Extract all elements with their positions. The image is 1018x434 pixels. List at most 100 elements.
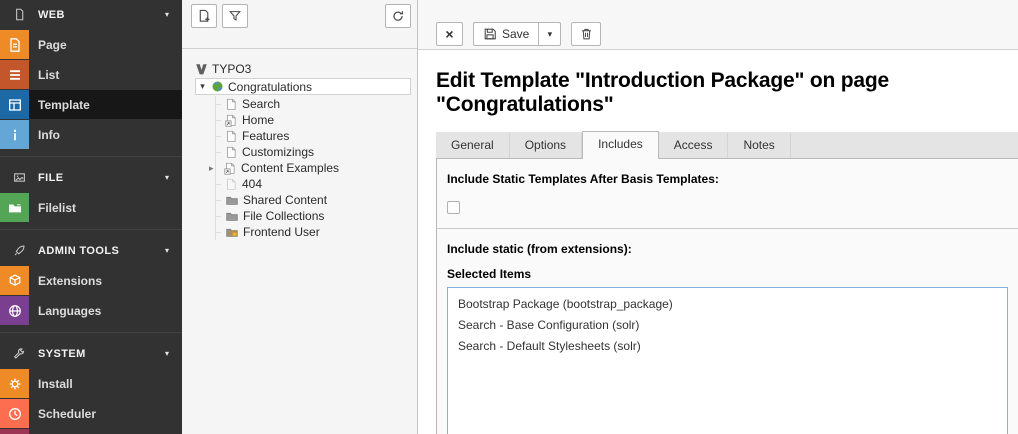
sidebar-item-page[interactable]: Page xyxy=(0,30,182,59)
sidebar-item-label: Scheduler xyxy=(38,407,96,421)
tree-line xyxy=(216,200,221,201)
tree-node-label: Features xyxy=(242,129,289,143)
tree-line xyxy=(216,216,221,217)
sidebar-item-extensions[interactable]: Extensions xyxy=(0,266,182,295)
tab-content-panel: Include Static Templates After Basis Tem… xyxy=(436,158,1018,434)
tree-node-search[interactable]: Search xyxy=(216,96,413,112)
sidebar-header-web[interactable]: WEB ▾ xyxy=(0,0,182,29)
page-title: Edit Template "Introduction Package" on … xyxy=(436,69,1000,117)
folder-lock-icon xyxy=(225,226,239,239)
save-button[interactable]: Save xyxy=(473,22,539,46)
web-document-icon xyxy=(0,8,38,21)
list-icon xyxy=(0,60,29,89)
tree-node-file-collections[interactable]: File Collections xyxy=(216,208,413,224)
tree-node-label: 404 xyxy=(242,177,262,191)
tree-root-typo3[interactable]: TYPO3 xyxy=(195,61,413,77)
globe-icon xyxy=(0,296,29,325)
sidebar-item-languages[interactable]: Languages xyxy=(0,296,182,325)
save-floppy-icon xyxy=(483,27,497,41)
tree-node-frontend-user[interactable]: Frontend User xyxy=(216,224,413,240)
selected-items-listbox[interactable]: Bootstrap Package (bootstrap_package) Se… xyxy=(447,287,1008,434)
content-area: × Save ▾ Edit Template "Introduction Pac… xyxy=(418,0,1018,434)
chevron-down-icon: ▾ xyxy=(165,349,169,358)
cube-icon xyxy=(0,266,29,295)
sidebar-section-label: FILE xyxy=(38,172,63,184)
tab-options[interactable]: Options xyxy=(510,133,582,158)
page-tree-toolbar xyxy=(182,0,417,49)
save-options-caret-button[interactable]: ▾ xyxy=(539,22,561,46)
static-after-basis-checkbox[interactable] xyxy=(447,201,460,214)
page-icon xyxy=(225,130,238,143)
tree-node-content-examples[interactable]: ▸ Content Examples xyxy=(216,160,413,176)
gear-icon xyxy=(0,369,29,398)
wrench-icon xyxy=(0,347,38,360)
file-image-icon xyxy=(0,171,38,184)
delete-button[interactable] xyxy=(571,22,601,46)
tab-notes[interactable]: Notes xyxy=(728,133,790,158)
tab-general[interactable]: General xyxy=(436,133,510,158)
sidebar-section-web: WEB ▾ Page List Template Info xyxy=(0,0,182,149)
page-icon xyxy=(0,30,29,59)
page-icon xyxy=(225,146,238,159)
folder-icon xyxy=(225,194,239,207)
listbox-option[interactable]: Search - Base Configuration (solr) xyxy=(448,315,1007,336)
filelist-icon xyxy=(0,193,29,222)
caret-right-icon[interactable]: ▸ xyxy=(209,163,220,174)
folder-icon xyxy=(225,210,239,223)
sidebar-header-file[interactable]: FILE ▾ xyxy=(0,163,182,192)
new-page-button[interactable] xyxy=(191,4,217,28)
sidebar-item-label: Page xyxy=(38,38,67,52)
filter-icon[interactable] xyxy=(222,4,248,28)
sidebar-header-system[interactable]: SYSTEM ▾ xyxy=(0,339,182,368)
sidebar-section-file: FILE ▾ Filelist xyxy=(0,156,182,222)
close-button[interactable]: × xyxy=(436,22,463,46)
tree-node-label: Congratulations xyxy=(228,80,312,94)
tab-includes[interactable]: Includes xyxy=(582,131,659,159)
static-after-basis-label: Include Static Templates After Basis Tem… xyxy=(447,172,1008,186)
bar-chart-icon xyxy=(0,429,29,434)
sidebar-item-filelist[interactable]: Filelist xyxy=(0,193,182,222)
page-hidden-icon xyxy=(225,178,238,191)
sidebar-item-list[interactable]: List xyxy=(0,60,182,89)
tree-node-label: Search xyxy=(242,97,280,111)
sidebar-item-scheduler[interactable]: Scheduler xyxy=(0,399,182,428)
tree-line xyxy=(216,120,221,121)
tree-node-404[interactable]: 404 xyxy=(216,176,413,192)
include-static-field: Include static (from extensions): Select… xyxy=(437,229,1018,434)
listbox-option[interactable]: Search - Default Stylesheets (solr) xyxy=(448,336,1007,357)
save-split-button: Save ▾ xyxy=(473,22,561,46)
sidebar-item-reports[interactable]: Reports xyxy=(0,429,182,434)
sidebar-section-label: SYSTEM xyxy=(38,348,86,360)
clock-icon xyxy=(0,399,29,428)
tree-node-label: Shared Content xyxy=(243,193,327,207)
sidebar-header-admin-tools[interactable]: ADMIN TOOLS ▾ xyxy=(0,236,182,265)
tree-node-home[interactable]: Home xyxy=(216,112,413,128)
module-sidebar: WEB ▾ Page List Template Info xyxy=(0,0,182,434)
sidebar-item-template[interactable]: Template xyxy=(0,90,182,119)
save-button-label: Save xyxy=(502,27,529,41)
tree-line xyxy=(216,232,221,233)
tree-node-congratulations[interactable]: ▾ Congratulations xyxy=(195,78,411,95)
tree-node-label: Customizings xyxy=(242,145,314,159)
tree-line xyxy=(216,152,221,153)
sidebar-item-label: List xyxy=(38,68,59,82)
sidebar-item-label: Filelist xyxy=(38,201,76,215)
listbox-option[interactable]: Bootstrap Package (bootstrap_package) xyxy=(448,294,1007,315)
sidebar-item-install[interactable]: Install xyxy=(0,369,182,398)
page-tree: TYPO3 ▾ Congratulations Search xyxy=(182,49,417,240)
chevron-down-icon: ▾ xyxy=(165,173,169,182)
globe-page-icon xyxy=(211,80,224,93)
sidebar-section-label: ADMIN TOOLS xyxy=(38,245,119,257)
tree-line xyxy=(216,184,221,185)
refresh-icon[interactable] xyxy=(385,4,411,28)
tree-node-features[interactable]: Features xyxy=(216,128,413,144)
tree-node-shared-content[interactable]: Shared Content xyxy=(216,192,413,208)
tree-root-label: TYPO3 xyxy=(212,62,251,76)
sidebar-item-info[interactable]: Info xyxy=(0,120,182,149)
caret-down-icon[interactable]: ▾ xyxy=(198,81,207,92)
tree-node-customizings[interactable]: Customizings xyxy=(216,144,413,160)
tab-access[interactable]: Access xyxy=(659,133,729,158)
sidebar-section-label: WEB xyxy=(38,9,65,21)
tab-bar: General Options Includes Access Notes xyxy=(436,132,1018,158)
trash-icon xyxy=(580,27,593,41)
